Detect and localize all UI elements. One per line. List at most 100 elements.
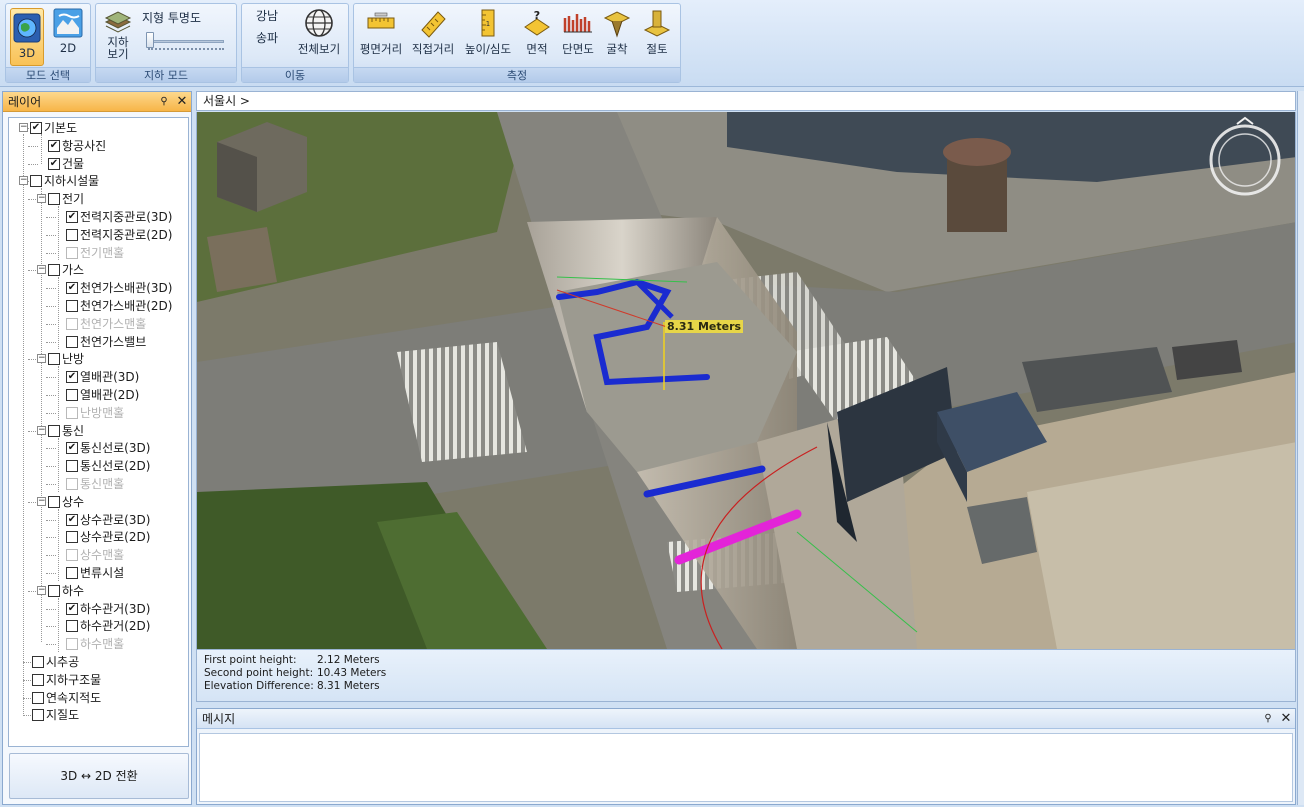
layer-checkbox[interactable]: ✔ bbox=[66, 371, 78, 384]
layer-checkbox[interactable]: ✔ bbox=[66, 513, 78, 526]
collapse-toggle-icon[interactable]: − bbox=[37, 265, 46, 275]
layer-checkbox[interactable] bbox=[48, 353, 60, 366]
gangnam-link[interactable]: 강남 bbox=[256, 7, 278, 24]
layer-item[interactable]: 지하구조물 bbox=[9, 672, 187, 688]
layer-checkbox[interactable] bbox=[66, 460, 78, 473]
layer-checkbox[interactable] bbox=[48, 424, 60, 437]
layer-item[interactable]: ✔ 건물 bbox=[9, 156, 187, 172]
collapse-toggle-icon[interactable]: − bbox=[19, 176, 28, 186]
layer-checkbox[interactable] bbox=[66, 300, 78, 312]
layer-item[interactable]: − ✔ 기본도 bbox=[9, 120, 187, 136]
layer-checkbox[interactable]: ✔ bbox=[30, 122, 42, 134]
layer-checkbox[interactable] bbox=[32, 691, 44, 704]
collapse-toggle-icon[interactable]: − bbox=[37, 354, 46, 364]
layer-item[interactable]: ✔ 항공사진 bbox=[9, 138, 187, 154]
layer-checkbox[interactable] bbox=[66, 389, 78, 401]
layer-checkbox[interactable] bbox=[66, 567, 78, 579]
layer-item[interactable]: 상수맨홀 bbox=[9, 547, 187, 563]
map-scene[interactable] bbox=[197, 112, 1296, 649]
layer-checkbox[interactable] bbox=[66, 406, 78, 419]
layer-item[interactable]: 난방맨홀 bbox=[9, 405, 187, 421]
songpa-link[interactable]: 송파 bbox=[256, 29, 278, 46]
layer-item[interactable]: − 지하시설물 bbox=[9, 173, 187, 189]
close-icon[interactable]: ✕ bbox=[1279, 712, 1293, 726]
mode-3d-button[interactable]: 3D bbox=[10, 8, 44, 66]
layer-checkbox[interactable] bbox=[30, 175, 42, 188]
layer-checkbox[interactable]: ✔ bbox=[48, 157, 60, 170]
cross-section-button[interactable]: 단면도 bbox=[557, 8, 599, 57]
pin-icon[interactable]: ⚲ bbox=[157, 95, 171, 109]
layer-item[interactable]: − 하수 bbox=[9, 583, 187, 599]
layer-checkbox[interactable] bbox=[66, 317, 78, 330]
layer-item[interactable]: 통신맨홀 bbox=[9, 476, 187, 492]
layer-item[interactable]: − 난방 bbox=[9, 351, 187, 367]
measure-direct-distance-button[interactable]: 직접거리 bbox=[408, 8, 458, 57]
layer-item[interactable]: 지질도 bbox=[9, 707, 187, 723]
layer-checkbox[interactable] bbox=[66, 335, 78, 348]
terrain-transparency-slider[interactable] bbox=[146, 32, 226, 52]
layer-item[interactable]: 통신선로(2D) bbox=[9, 458, 187, 474]
breadcrumb[interactable]: 서울시 > bbox=[196, 91, 1296, 111]
layer-item[interactable]: ✔ 하수관거(3D) bbox=[9, 601, 187, 617]
layer-item[interactable]: 전력지중관로(2D) bbox=[9, 227, 187, 243]
layer-checkbox[interactable] bbox=[66, 228, 78, 241]
layer-item[interactable]: − 통신 bbox=[9, 423, 187, 439]
layer-checkbox[interactable]: ✔ bbox=[66, 282, 78, 295]
layer-item[interactable]: 하수관거(2D) bbox=[9, 618, 187, 634]
layer-item[interactable]: ✔ 천연가스배관(3D) bbox=[9, 280, 187, 296]
collapse-toggle-icon[interactable]: − bbox=[37, 425, 46, 435]
layer-checkbox[interactable] bbox=[48, 264, 60, 277]
pin-icon[interactable]: ⚲ bbox=[1261, 712, 1275, 726]
map-3d-view[interactable]: 8.31 Meters bbox=[196, 112, 1296, 649]
layer-item[interactable]: 상수관로(2D) bbox=[9, 529, 187, 545]
measure-plane-distance-button[interactable]: 평면거리 bbox=[356, 8, 406, 57]
layer-checkbox[interactable] bbox=[66, 638, 78, 651]
underground-view-button[interactable]: 지하 보기 bbox=[100, 8, 136, 66]
excavation-button[interactable]: 굴착 bbox=[599, 8, 635, 57]
layer-checkbox[interactable] bbox=[66, 549, 78, 562]
layer-checkbox[interactable] bbox=[48, 193, 60, 206]
measure-height-button[interactable]: 1 높이/심도 bbox=[461, 8, 515, 57]
layer-checkbox[interactable]: ✔ bbox=[66, 442, 78, 455]
layer-item[interactable]: ✔ 전력지중관로(3D) bbox=[9, 209, 187, 225]
layer-item[interactable]: 열배관(2D) bbox=[9, 387, 187, 403]
layer-item[interactable]: 천연가스배관(2D) bbox=[9, 298, 187, 314]
mode-2d-button[interactable]: 2D bbox=[51, 8, 85, 66]
collapse-toggle-icon[interactable]: − bbox=[37, 496, 46, 506]
layer-checkbox[interactable] bbox=[66, 246, 78, 259]
layer-item[interactable]: − 전기 bbox=[9, 191, 187, 207]
layer-item[interactable]: 천연가스맨홀 bbox=[9, 316, 187, 332]
layer-checkbox[interactable] bbox=[66, 531, 78, 544]
layer-item[interactable]: 천연가스밸브 bbox=[9, 334, 187, 350]
layer-checkbox[interactable] bbox=[32, 673, 44, 686]
collapse-toggle-icon[interactable]: − bbox=[37, 585, 46, 595]
layer-checkbox[interactable] bbox=[32, 709, 44, 722]
layer-checkbox[interactable] bbox=[32, 656, 44, 668]
layer-item[interactable]: ✔ 상수관로(3D) bbox=[9, 512, 187, 528]
layer-checkbox[interactable] bbox=[66, 478, 78, 490]
layer-item[interactable]: − 가스 bbox=[9, 262, 187, 278]
layer-item[interactable]: 하수맨홀 bbox=[9, 636, 187, 652]
switch-3d-2d-button[interactable]: 3D ↔ 2D 전환 bbox=[9, 753, 189, 799]
measure-area-button[interactable]: ? 면적 bbox=[517, 8, 557, 57]
layer-item[interactable]: − 상수 bbox=[9, 494, 187, 510]
layer-item[interactable]: ✔ 열배관(3D) bbox=[9, 369, 187, 385]
full-view-button[interactable]: 전체보기 bbox=[292, 8, 346, 64]
close-icon[interactable]: ✕ bbox=[175, 95, 189, 109]
layer-checkbox[interactable]: ✔ bbox=[48, 139, 60, 152]
layer-item[interactable]: 변류시설 bbox=[9, 565, 187, 581]
layer-item[interactable]: ✔ 통신선로(3D) bbox=[9, 440, 187, 456]
layer-checkbox[interactable]: ✔ bbox=[66, 211, 78, 223]
layer-item[interactable]: 전기맨홀 bbox=[9, 245, 187, 261]
layer-checkbox[interactable] bbox=[66, 620, 78, 633]
layer-item[interactable]: 시추공 bbox=[9, 654, 187, 670]
message-log[interactable] bbox=[199, 733, 1293, 802]
layer-checkbox[interactable]: ✔ bbox=[66, 602, 78, 615]
cut-fill-button[interactable]: 절토 bbox=[639, 8, 675, 57]
collapse-toggle-icon[interactable]: − bbox=[37, 194, 46, 204]
layer-checkbox[interactable] bbox=[48, 495, 60, 508]
slider-thumb[interactable] bbox=[146, 32, 154, 48]
layer-item[interactable]: 연속지적도 bbox=[9, 690, 187, 706]
collapse-toggle-icon[interactable]: − bbox=[19, 123, 28, 132]
layer-checkbox[interactable] bbox=[48, 584, 60, 597]
